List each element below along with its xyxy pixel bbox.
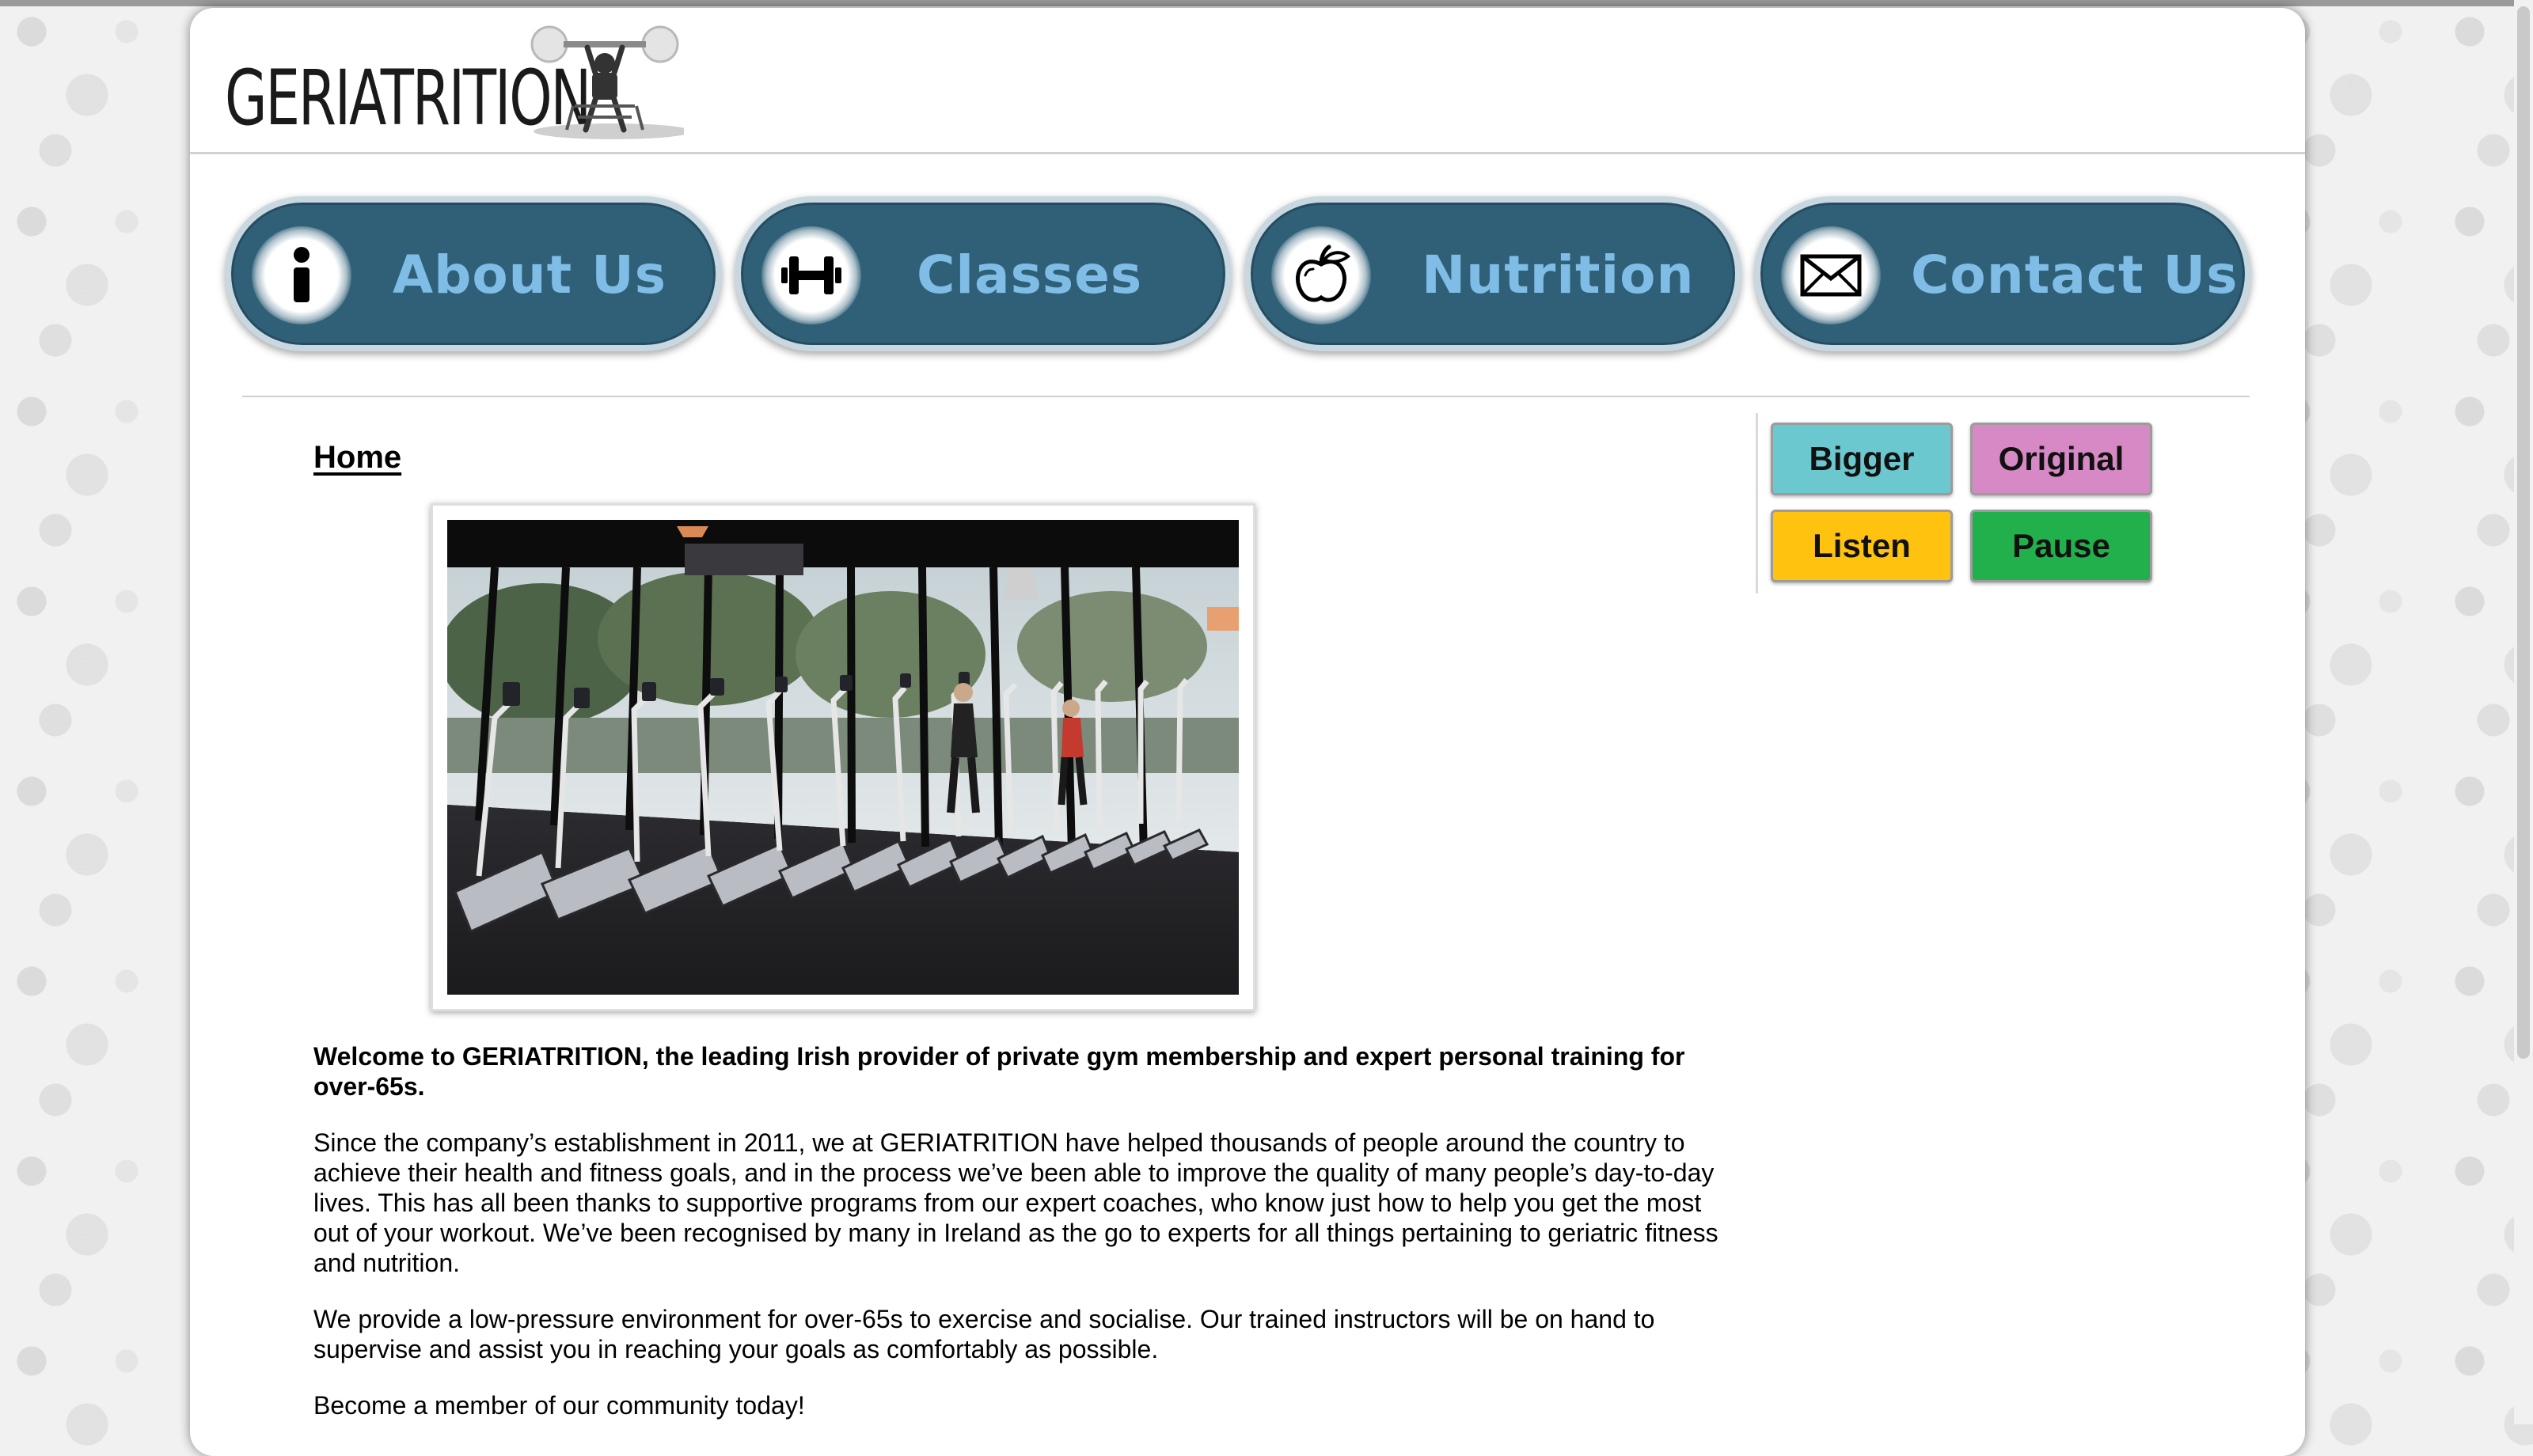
body-paragraph-cta: Become a member of our community today! [313,1391,805,1420]
breadcrumb-home-link[interactable]: Home [313,435,401,480]
pause-button[interactable]: Pause [1970,510,2152,582]
nav-about-us-label: About Us [393,245,667,305]
scrollbar-thumb[interactable] [2517,6,2530,1059]
accessibility-panel: Bigger Original Listen Pause [1756,413,2170,593]
listen-button[interactable]: Listen [1771,510,1953,582]
site-logo[interactable]: GERIATRITION [225,24,684,142]
page-scrollbar[interactable] [2514,0,2533,1424]
weightlifter-icon [530,25,684,139]
dumbbell-icon [781,256,841,294]
main-navigation: About Us Classes Nutrition Contact Us [225,196,2299,358]
browser-top-strip [0,0,2533,6]
nav-classes-label: Classes [917,245,1143,305]
nav-contact-us-label: Contact Us [1911,245,2239,305]
nav-classes-button[interactable]: Classes [735,196,1232,351]
intro-text: Welcome to GERIATRITION, the leading Iri… [313,1041,1722,1447]
intro-lead-paragraph: Welcome to GERIATRITION, the leading Iri… [313,1042,1685,1101]
site-header: GERIATRITION [190,8,2305,154]
nav-nutrition-button[interactable]: Nutrition [1244,196,1741,351]
envelope-icon [1800,254,1862,297]
apple-icon [1296,245,1350,302]
gym-photo [447,520,1239,995]
info-icon [294,247,310,302]
nav-contact-us-button[interactable]: Contact Us [1754,196,2251,351]
hero-image-frame [431,503,1255,1011]
bigger-text-button[interactable]: Bigger [1771,423,1953,495]
body-paragraph-environment: We provide a low-pressure environment fo… [313,1305,1655,1363]
section-divider [242,396,2250,397]
original-text-button[interactable]: Original [1970,423,2152,495]
nav-about-us-button[interactable]: About Us [225,196,722,351]
page-panel: GERIATRITION About Us Classes Nutrition … [190,8,2305,1456]
body-paragraph-history: Since the company’s establishment in 201… [313,1128,1718,1277]
nav-nutrition-label: Nutrition [1422,245,1695,305]
